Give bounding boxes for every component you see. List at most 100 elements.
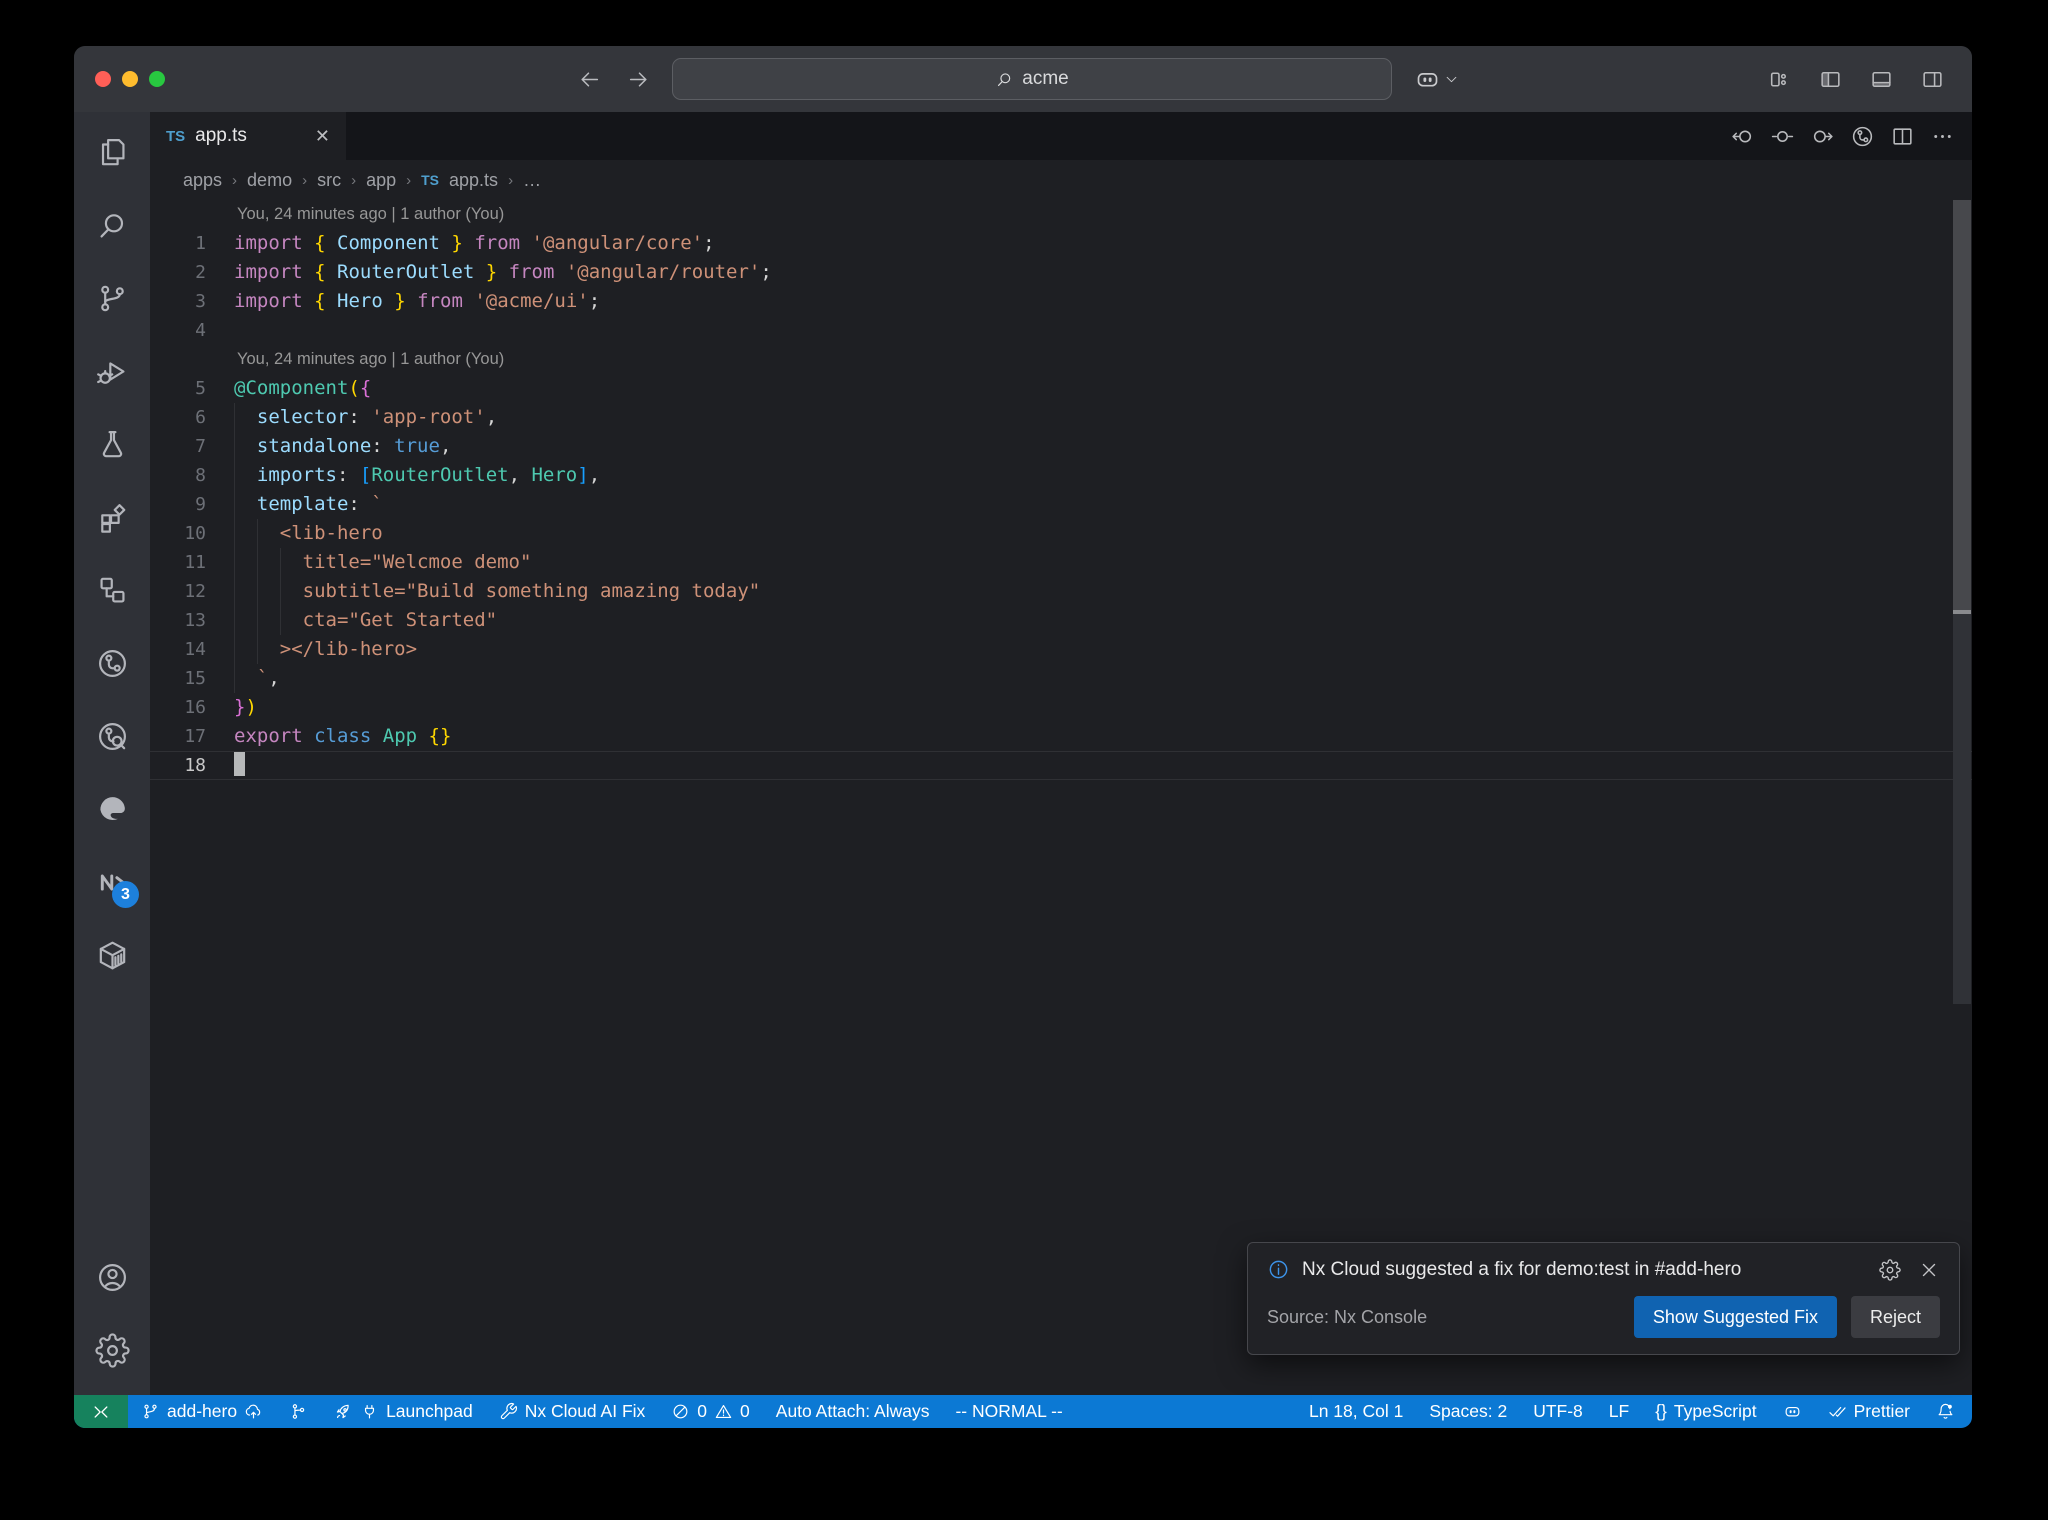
breadcrumb-item-apps[interactable]: apps [183, 170, 222, 191]
breadcrumb-item-file[interactable]: app.ts [449, 170, 498, 191]
status-encoding[interactable]: UTF-8 [1520, 1395, 1596, 1428]
panel-right-button[interactable] [1917, 64, 1948, 95]
panel-left-button[interactable] [1815, 64, 1846, 95]
breadcrumb-item-demo[interactable]: demo [247, 170, 292, 191]
more-actions-button[interactable] [1927, 121, 1958, 152]
editor-scrollbar[interactable] [1952, 200, 1972, 1395]
status-launchpad[interactable]: Launchpad [321, 1395, 486, 1428]
status-commit-graph[interactable] [276, 1395, 321, 1428]
line-number: 17 [184, 726, 206, 747]
notification-toast: Nx Cloud suggested a fix for demo:test i… [1247, 1242, 1960, 1355]
indent-guide [234, 403, 235, 432]
indent-guide [256, 606, 258, 635]
code-editor[interactable]: You, 24 minutes ago | 1 author (You) 1 imp… [150, 200, 1972, 1395]
chevron-right-icon: › [351, 171, 357, 189]
breadcrumb-overflow[interactable]: … [523, 170, 541, 191]
activity-item-explorer[interactable] [74, 116, 150, 189]
activity-item-search[interactable] [74, 189, 150, 262]
copilot-icon [1414, 66, 1441, 93]
activity-item-containers[interactable] [74, 919, 150, 992]
status-prettier[interactable]: Prettier [1815, 1395, 1923, 1428]
activity-item-edge-browser[interactable] [74, 773, 150, 846]
warning-icon [714, 1402, 733, 1421]
layout-customize-icon [1767, 67, 1792, 92]
breadcrumb: apps › demo › src › app › TS app.ts ›… [150, 160, 1972, 200]
navigate-left-button[interactable] [574, 64, 605, 95]
activity-item-nx-console[interactable]: 3 [74, 846, 150, 919]
copilot-menu[interactable] [1414, 66, 1459, 93]
line-number: 13 [184, 610, 206, 631]
chevron-right-icon: › [406, 171, 412, 189]
chevron-right-icon: › [302, 171, 308, 189]
activity-item-accounts[interactable] [74, 1241, 150, 1314]
chevron-right-icon: › [232, 171, 238, 189]
maximize-window-button[interactable] [149, 71, 165, 87]
minimize-window-button[interactable] [122, 71, 138, 87]
code-line-4: 4 [150, 316, 1972, 345]
split-editor-button[interactable] [1887, 121, 1918, 152]
command-center-search[interactable]: acme [672, 58, 1392, 100]
code-line-15: 15 `, [150, 664, 1972, 693]
code-line-10: 10 <lib-hero [150, 519, 1972, 548]
nav-back-button[interactable] [1727, 121, 1758, 152]
code-text: import { Hero } from '@acme/ui'; [234, 290, 601, 312]
status-right: Ln 18, Col 1 Spaces: 2 UTF-8 LF {} TypeScript… [1296, 1395, 1972, 1428]
activity-item-gitlens[interactable] [74, 627, 150, 700]
gitlens-graph-button[interactable] [1847, 121, 1878, 152]
status-prettier-label: Prettier [1853, 1401, 1910, 1421]
status-indentation[interactable]: Spaces: 2 [1416, 1395, 1520, 1428]
reject-button[interactable]: Reject [1850, 1296, 1940, 1338]
status-problems-label: 0 [697, 1401, 708, 1421]
code-line-12: 12 subtitle="Build something amazing tod… [150, 577, 1972, 606]
status-language[interactable]: {} TypeScript [1642, 1395, 1769, 1428]
gitlens-inspect-icon [95, 719, 130, 754]
remote-indicator[interactable] [74, 1395, 128, 1428]
indent-guide [256, 577, 258, 606]
code-text: <lib-hero [234, 522, 383, 544]
error-icon [671, 1402, 690, 1421]
activity-item-gitlens-inspect[interactable] [74, 700, 150, 773]
status-notifications[interactable] [1923, 1395, 1968, 1428]
status-vim-mode[interactable]: -- NORMAL -- [942, 1395, 1075, 1428]
scrollbar-thumb[interactable] [1953, 200, 1971, 610]
line-number: 2 [195, 262, 206, 283]
status-cursor-position[interactable]: Ln 18, Col 1 [1296, 1395, 1416, 1428]
status-auto-attach[interactable]: Auto Attach: Always [763, 1395, 943, 1428]
line-number: 3 [195, 291, 206, 312]
code-line-6: 6 selector: 'app-root', [150, 403, 1972, 432]
close-window-button[interactable] [95, 71, 111, 87]
gear-icon[interactable] [1879, 1258, 1901, 1281]
navigate-right-button[interactable] [623, 64, 654, 95]
activity-item-run-debug[interactable] [74, 335, 150, 408]
code-text: `, [234, 667, 280, 689]
activity-item-source-control[interactable] [74, 262, 150, 335]
toast-header: Nx Cloud suggested a fix for demo:test i… [1267, 1258, 1940, 1281]
code-line-3: 3 import { Hero } from '@acme/ui'; [150, 287, 1972, 316]
indent-guide [234, 664, 235, 693]
tab-app-ts[interactable]: TS app.ts ✕ [150, 112, 346, 160]
line-number: 1 [195, 233, 206, 254]
activity-item-settings[interactable] [74, 1314, 150, 1387]
nav-location-button[interactable] [1767, 121, 1798, 152]
status-problems[interactable]: 00 [658, 1395, 762, 1428]
panel-bottom-button[interactable] [1866, 64, 1897, 95]
activity-item-extensions[interactable] [74, 481, 150, 554]
breadcrumb-item-app[interactable]: app [366, 170, 396, 191]
search-value: acme [1022, 68, 1069, 89]
tab-close-icon[interactable]: ✕ [315, 126, 330, 147]
activity-item-project-structure[interactable] [74, 554, 150, 627]
layout-customize-button[interactable] [1764, 64, 1795, 95]
toast-message: Nx Cloud suggested a fix for demo:test i… [1302, 1258, 1742, 1280]
status-branch-sync[interactable]: add-hero [128, 1395, 276, 1428]
activity-item-testing[interactable] [74, 408, 150, 481]
remote-icon [91, 1402, 111, 1422]
nav-forward-button[interactable] [1807, 121, 1838, 152]
close-icon[interactable] [1918, 1259, 1940, 1281]
status-eol[interactable]: LF [1596, 1395, 1642, 1428]
line-number: 8 [195, 465, 206, 486]
breadcrumb-item-src[interactable]: src [317, 170, 341, 191]
status-copilot[interactable] [1770, 1395, 1815, 1428]
show-suggested-fix-button[interactable]: Show Suggested Fix [1633, 1296, 1837, 1338]
status-nx-cloud-ai-fix[interactable]: Nx Cloud AI Fix [486, 1395, 659, 1428]
